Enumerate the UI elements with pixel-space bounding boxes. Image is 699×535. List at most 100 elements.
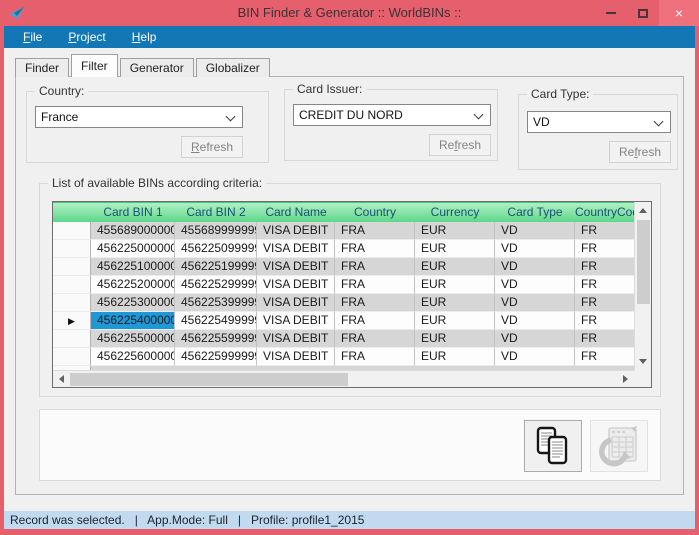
grid-cell[interactable]: VISA DEBIT <box>257 258 335 276</box>
row-header[interactable] <box>53 222 91 240</box>
grid-cell[interactable]: 456225200000 <box>91 276 175 294</box>
row-header[interactable] <box>53 276 91 294</box>
copy-button[interactable] <box>524 420 582 472</box>
tab-finder[interactable]: Finder <box>15 58 69 77</box>
grid-cell[interactable]: EUR <box>415 240 495 258</box>
grid-cell[interactable]: FRA <box>335 312 415 330</box>
column-header[interactable]: CountryCod <box>575 203 634 222</box>
card-issuer-refresh-button[interactable]: Refresh <box>429 134 491 156</box>
grid-cell[interactable]: FRA <box>335 222 415 240</box>
table-row: 456225500000456225599999VISA DEBITFRAEUR… <box>53 330 634 348</box>
grid-cell[interactable]: FRA <box>335 348 415 366</box>
menu-help[interactable]: Help <box>127 26 162 48</box>
row-header[interactable] <box>53 330 91 348</box>
grid-cell[interactable]: VD <box>495 312 575 330</box>
grid-cell[interactable]: VD <box>495 294 575 312</box>
row-header[interactable] <box>53 240 91 258</box>
tab-filter[interactable]: Filter <box>71 54 118 77</box>
grid-cell[interactable]: 456225099999 <box>175 240 257 258</box>
tab-generator[interactable]: Generator <box>120 58 194 77</box>
scroll-left-icon[interactable] <box>59 375 64 383</box>
grid-cell[interactable]: 456225199999 <box>175 258 257 276</box>
card-type-select[interactable]: VD <box>527 111 671 133</box>
grid-cell[interactable]: 456225999999 <box>175 348 257 366</box>
grid-cell[interactable]: VISA DEBIT <box>257 348 335 366</box>
grid-cell[interactable]: FRA <box>335 276 415 294</box>
grid-cell[interactable]: EUR <box>415 348 495 366</box>
grid-cell[interactable]: 455689999999 <box>175 222 257 240</box>
grid-cell[interactable]: FR <box>575 240 634 258</box>
grid-cell[interactable]: VD <box>495 240 575 258</box>
grid-cell[interactable]: EUR <box>415 276 495 294</box>
row-header[interactable] <box>53 348 91 366</box>
grid-cell[interactable]: FRA <box>335 330 415 348</box>
scroll-down-icon[interactable] <box>639 359 647 364</box>
column-header[interactable]: Card Name <box>257 203 335 222</box>
grid-cell[interactable]: FR <box>575 348 634 366</box>
grid-cell[interactable]: VISA DEBIT <box>257 222 335 240</box>
grid-cell[interactable]: 456225499999 <box>175 312 257 330</box>
row-header[interactable]: ▶ <box>53 312 91 330</box>
grid-cell[interactable]: VD <box>495 348 575 366</box>
grid-cell[interactable]: FR <box>575 330 634 348</box>
export-button[interactable] <box>590 420 648 472</box>
grid-cell[interactable]: VD <box>495 276 575 294</box>
grid-corner-cell[interactable] <box>53 203 91 222</box>
column-header[interactable]: Card BIN 2 <box>175 203 257 222</box>
grid-cell[interactable]: FRA <box>335 294 415 312</box>
grid-cell[interactable]: 456225100000 <box>91 258 175 276</box>
scroll-right-icon[interactable] <box>623 375 628 383</box>
card-type-refresh-button[interactable]: Refresh <box>609 141 671 163</box>
grid-cell[interactable]: EUR <box>415 258 495 276</box>
grid-cell[interactable]: 456225599999 <box>175 330 257 348</box>
horizontal-scroll-thumb[interactable] <box>70 373 348 386</box>
card-issuer-select[interactable]: CREDIT DU NORD <box>293 104 491 126</box>
grid-cell[interactable]: FRA <box>335 258 415 276</box>
chevron-down-icon <box>654 117 664 127</box>
grid-cell[interactable]: 456225399999 <box>175 294 257 312</box>
grid-cell[interactable]: VD <box>495 222 575 240</box>
grid-cell[interactable]: 456225000000 <box>91 240 175 258</box>
grid-cell[interactable]: 456225300000 <box>91 294 175 312</box>
row-header[interactable] <box>53 294 91 312</box>
grid-cell[interactable]: VISA DEBIT <box>257 312 335 330</box>
scroll-up-icon[interactable] <box>639 208 647 213</box>
maximize-icon[interactable] <box>627 0 659 26</box>
row-header[interactable] <box>53 258 91 276</box>
grid-cell[interactable]: EUR <box>415 330 495 348</box>
column-header[interactable]: Card Type <box>495 203 575 222</box>
grid-cell[interactable]: VISA DEBIT <box>257 330 335 348</box>
grid-cell[interactable]: VISA DEBIT <box>257 294 335 312</box>
grid-cell[interactable]: FR <box>575 258 634 276</box>
grid-cell[interactable]: 456225400000 <box>91 312 175 330</box>
column-header[interactable]: Currency <box>415 203 495 222</box>
close-icon[interactable]: × <box>659 0 699 26</box>
grid-cell[interactable]: FR <box>575 222 634 240</box>
grid-cell[interactable]: FR <box>575 276 634 294</box>
grid-cell[interactable]: FRA <box>335 240 415 258</box>
grid-cell[interactable]: VISA DEBIT <box>257 276 335 294</box>
country-select[interactable]: France <box>35 106 243 128</box>
grid-cell[interactable]: 456225600000 <box>91 348 175 366</box>
grid-cell[interactable]: VD <box>495 258 575 276</box>
grid-cell[interactable]: VD <box>495 330 575 348</box>
grid-cell[interactable]: 455689000000 <box>91 222 175 240</box>
grid-cell[interactable]: 456225500000 <box>91 330 175 348</box>
horizontal-scrollbar[interactable] <box>53 370 634 387</box>
menu-file[interactable]: File <box>18 26 47 48</box>
grid-cell[interactable]: EUR <box>415 294 495 312</box>
grid-cell[interactable]: FR <box>575 294 634 312</box>
grid-cell[interactable]: EUR <box>415 222 495 240</box>
column-header[interactable]: Country <box>335 203 415 222</box>
vertical-scroll-thumb[interactable] <box>637 220 650 304</box>
grid-cell[interactable]: FR <box>575 312 634 330</box>
tab-globalizer[interactable]: Globalizer <box>196 58 270 77</box>
menu-project[interactable]: Project <box>63 26 110 48</box>
vertical-scrollbar[interactable] <box>634 202 651 370</box>
country-refresh-button[interactable]: Refresh <box>181 136 243 158</box>
grid-cell[interactable]: EUR <box>415 312 495 330</box>
grid-cell[interactable]: VISA DEBIT <box>257 240 335 258</box>
grid-cell[interactable]: 456225299999 <box>175 276 257 294</box>
minimize-icon[interactable] <box>595 0 627 26</box>
column-header[interactable]: Card BIN 1 <box>91 203 175 222</box>
